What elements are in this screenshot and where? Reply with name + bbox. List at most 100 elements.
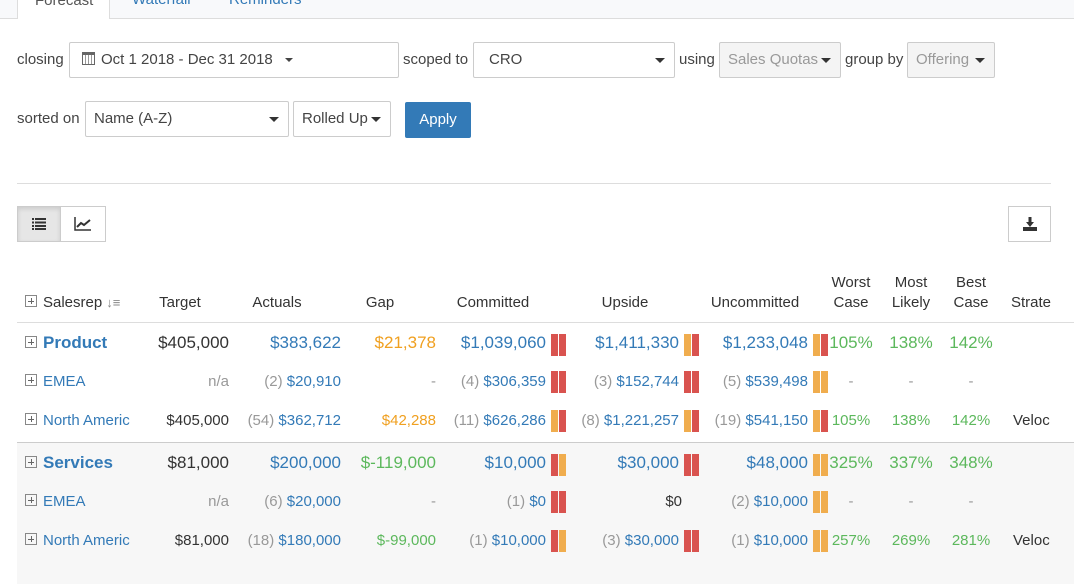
actuals-cell[interactable]: (6) $20,000 xyxy=(264,482,341,521)
upside-cell[interactable]: $30,000 xyxy=(618,443,700,482)
committed-cell[interactable]: $1,039,060 xyxy=(461,323,567,362)
expand-icon[interactable] xyxy=(25,413,37,426)
status-bar-orange xyxy=(559,453,566,476)
upside-cell[interactable]: $0 xyxy=(665,482,682,521)
row-name-cell[interactable]: Services xyxy=(25,443,113,482)
gap-header: Gap xyxy=(365,294,395,311)
committed-value[interactable]: $626,286 xyxy=(483,412,546,429)
worst-case-value: - xyxy=(848,373,854,390)
committed-value[interactable]: $306,359 xyxy=(483,373,546,390)
scoped-label: scoped to xyxy=(403,51,469,68)
committed-value[interactable]: $0 xyxy=(529,493,546,510)
status-bar-orange xyxy=(684,333,691,356)
expand-icon[interactable] xyxy=(25,374,37,387)
committed-status-bars xyxy=(551,528,567,553)
rollup-select[interactable]: Rolled Up xyxy=(293,101,391,137)
upside-cell[interactable]: (3) $152,744 xyxy=(594,362,700,401)
committed-count: (1) xyxy=(506,493,526,510)
committed-value[interactable]: $10,000 xyxy=(492,532,546,549)
group-by-select[interactable]: Offering xyxy=(907,42,995,78)
salesrep-header[interactable]: Salesrep ↓≡ xyxy=(25,293,120,313)
strategy-header: Strate xyxy=(1011,294,1052,311)
upside-value[interactable]: $0 xyxy=(665,493,682,510)
row-name-cell[interactable]: North Americ xyxy=(25,521,130,560)
expand-icon[interactable] xyxy=(25,494,37,507)
upside-value[interactable]: $1,411,330 xyxy=(595,333,679,352)
download-button[interactable] xyxy=(1008,206,1051,242)
actuals-value[interactable]: $383,622 xyxy=(270,333,341,352)
expand-all-icon[interactable] xyxy=(25,295,37,308)
actuals-value[interactable]: $20,910 xyxy=(287,373,341,390)
committed-cell[interactable]: (1) $10,000 xyxy=(469,521,567,560)
row-name-link[interactable]: Product xyxy=(43,333,107,352)
committed-value[interactable]: $1,039,060 xyxy=(461,333,546,352)
committed-cell[interactable]: (11) $626,286 xyxy=(454,401,567,440)
tab-reminders[interactable]: Reminders xyxy=(213,0,318,19)
upside-value[interactable]: $152,744 xyxy=(616,373,679,390)
actuals-value[interactable]: $200,000 xyxy=(270,453,341,472)
list-view-button[interactable] xyxy=(17,206,61,242)
uncommitted-count: (19) xyxy=(714,412,742,429)
uncommitted-value[interactable]: $48,000 xyxy=(747,453,808,472)
expand-icon[interactable] xyxy=(25,455,37,468)
actuals-cell[interactable]: (2) $20,910 xyxy=(264,362,341,401)
upside-cell[interactable]: (8) $1,221,257 xyxy=(581,401,700,440)
upside-status-bars xyxy=(684,528,700,553)
actuals-cell[interactable]: $383,622 xyxy=(270,323,341,362)
uncommitted-value[interactable]: $10,000 xyxy=(754,493,808,510)
upside-cell[interactable]: (3) $30,000 xyxy=(602,521,700,560)
committed-cell[interactable]: (1) $0 xyxy=(507,482,567,521)
upside-cell[interactable]: $1,411,330 xyxy=(595,323,700,362)
actuals-count: (54) xyxy=(247,412,275,429)
most-likely-value: - xyxy=(908,493,914,510)
using-select[interactable]: Sales Quotas xyxy=(719,42,841,78)
row-name-link[interactable]: Services xyxy=(43,453,113,472)
row-name-link[interactable]: North Americ xyxy=(43,532,130,549)
uncommitted-cell[interactable]: $1,233,048 xyxy=(723,323,829,362)
tab-forecast[interactable]: Forecast xyxy=(17,0,110,19)
upside-value[interactable]: $30,000 xyxy=(625,532,679,549)
scope-select[interactable]: CRO xyxy=(473,42,675,78)
row-name-link[interactable]: EMEA xyxy=(43,493,86,510)
download-icon xyxy=(1022,217,1037,231)
sort-icon[interactable]: ↓≡ xyxy=(106,295,120,310)
expand-icon[interactable] xyxy=(25,533,37,546)
closing-date-range[interactable]: Oct 1 2018 - Dec 31 2018 xyxy=(69,42,399,78)
upside-value[interactable]: $30,000 xyxy=(618,453,679,472)
uncommitted-cell[interactable]: (5) $539,498 xyxy=(723,362,829,401)
row-name-link[interactable]: EMEA xyxy=(43,373,86,390)
uncommitted-value[interactable]: $10,000 xyxy=(754,532,808,549)
committed-cell[interactable]: $10,000 xyxy=(485,443,567,482)
uncommitted-cell[interactable]: (19) $541,150 xyxy=(715,401,829,440)
row-name-link[interactable]: North Americ xyxy=(43,412,130,429)
actuals-cell[interactable]: $200,000 xyxy=(270,443,341,482)
uncommitted-value[interactable]: $539,498 xyxy=(745,373,808,390)
expand-icon[interactable] xyxy=(25,335,37,348)
actuals-cell[interactable]: (18) $180,000 xyxy=(248,521,341,560)
actuals-value[interactable]: $20,000 xyxy=(287,493,341,510)
uncommitted-cell[interactable]: $48,000 xyxy=(747,443,829,482)
actuals-cell[interactable]: (54) $362,712 xyxy=(248,401,341,440)
row-name-cell[interactable]: Product xyxy=(25,323,107,362)
gap-value: $-119,000 xyxy=(360,453,436,472)
most-likely-line2: Likely xyxy=(891,294,931,311)
uncommitted-cell[interactable]: (1) $10,000 xyxy=(731,521,829,560)
chart-view-button[interactable] xyxy=(60,206,106,242)
best-case-value: 142% xyxy=(951,412,991,429)
actuals-value[interactable]: $362,712 xyxy=(278,412,341,429)
upside-value[interactable]: $1,221,257 xyxy=(604,412,679,429)
committed-cell[interactable]: (4) $306,359 xyxy=(461,362,567,401)
sort-select[interactable]: Name (A-Z) xyxy=(85,101,289,137)
uncommitted-cell[interactable]: (2) $10,000 xyxy=(731,482,829,521)
row-name-cell[interactable]: EMEA xyxy=(25,362,86,401)
row-name-cell[interactable]: EMEA xyxy=(25,482,86,521)
uncommitted-value[interactable]: $541,150 xyxy=(745,412,808,429)
tab-waterfall[interactable]: Waterfall xyxy=(116,0,207,19)
uncommitted-value[interactable]: $1,233,048 xyxy=(723,333,808,352)
actuals-value[interactable]: $180,000 xyxy=(278,532,341,549)
committed-value[interactable]: $10,000 xyxy=(485,453,546,472)
apply-button[interactable]: Apply xyxy=(405,102,471,138)
target-value: $81,000 xyxy=(167,453,229,472)
status-bar-red xyxy=(551,453,558,476)
row-name-cell[interactable]: North Americ xyxy=(25,401,130,440)
